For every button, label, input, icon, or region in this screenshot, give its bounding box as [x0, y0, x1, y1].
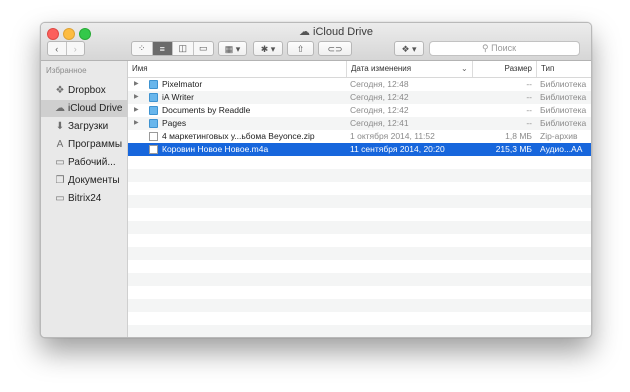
folder-icon	[149, 93, 158, 102]
folder-icon	[149, 80, 158, 89]
folder-icon	[149, 119, 158, 128]
tag-icon: ⊂⊃	[327, 44, 343, 54]
window-title: ☁ iCloud Drive	[299, 26, 373, 38]
view-mode-segment: ⁘ ≡ ◫ ▭	[131, 41, 214, 56]
sidebar-item-documents[interactable]: ❐ Документы	[41, 172, 127, 189]
grid-arrange-icon: ▦ ▾	[224, 44, 241, 54]
file-row[interactable]: ▶ iA Writer Сегодня, 12:42 -- Библиотека	[128, 91, 591, 104]
column-date-modified[interactable]: Дата изменения ⌄	[346, 61, 472, 77]
titlebar: ☁ iCloud Drive ‹ › ⁘ ≡ ◫ ▭ ▦ ▾ ✱ ▾ ⇧ ⊂⊃ ❖…	[41, 23, 591, 61]
chevron-left-icon[interactable]: ‹	[48, 42, 67, 55]
chevron-right-icon[interactable]: ›	[67, 42, 85, 55]
desktop-icon: ▭	[55, 157, 65, 168]
gear-icon: ✱ ▾	[260, 44, 276, 54]
tag-button[interactable]: ⊂⊃	[318, 41, 352, 56]
empty-row	[128, 156, 591, 169]
disclosure-triangle-icon[interactable]: ▶	[134, 104, 139, 117]
file-list: Имя Дата изменения ⌄ Размер Тип ▶ Pixelma…	[128, 61, 591, 337]
back-forward-buttons: ‹ ›	[47, 41, 85, 56]
zoom-window-button[interactable]	[79, 28, 91, 40]
empty-row	[128, 299, 591, 312]
cloud-icon: ☁	[299, 26, 311, 38]
disclosure-triangle-icon[interactable]: ▶	[134, 78, 139, 91]
empty-row	[128, 195, 591, 208]
empty-row	[128, 325, 591, 337]
sidebar: Избранное ❖ Dropbox ☁ iCloud Drive ⬇ Загруз…	[41, 61, 128, 337]
file-row[interactable]: 4 маркетинговых у...ьбома Beyonce.zip 1 …	[128, 130, 591, 143]
sidebar-item-bitrix24[interactable]: ▭ Bitrix24	[41, 190, 127, 207]
finder-window: ☁ iCloud Drive ‹ › ⁘ ≡ ◫ ▭ ▦ ▾ ✱ ▾ ⇧ ⊂⊃ ❖…	[40, 22, 592, 338]
share-button[interactable]: ⇧	[287, 41, 314, 56]
share-icon: ⇧	[296, 44, 305, 54]
sort-chevron-icon: ⌄	[461, 64, 468, 73]
sidebar-item-icloud-drive[interactable]: ☁ iCloud Drive	[41, 100, 127, 117]
disclosure-triangle-icon[interactable]: ▶	[134, 117, 139, 130]
sidebar-item-dropbox[interactable]: ❖ Dropbox	[41, 82, 127, 99]
empty-row	[128, 208, 591, 221]
file-row-selected[interactable]: Коровин Новое Новое.m4a 11 сентября 2014…	[128, 143, 591, 156]
empty-row	[128, 182, 591, 195]
folder-icon: ▭	[55, 193, 65, 204]
audio-file-icon	[149, 145, 158, 154]
file-row[interactable]: ▶ Pages Сегодня, 12:41 -- Библиотека	[128, 117, 591, 130]
empty-row	[128, 221, 591, 234]
column-header: Имя Дата изменения ⌄ Размер Тип	[128, 61, 591, 78]
column-name[interactable]: Имя	[128, 61, 346, 77]
search-field[interactable]: ⚲ Поиск	[429, 41, 580, 56]
sidebar-heading: Избранное	[46, 66, 87, 75]
arrange-button[interactable]: ▦ ▾	[218, 41, 247, 56]
empty-row	[128, 247, 591, 260]
zip-file-icon	[149, 132, 158, 141]
folder-icon	[149, 106, 158, 115]
empty-row	[128, 286, 591, 299]
empty-row	[128, 260, 591, 273]
dropbox-icon: ❖ ▾	[401, 44, 417, 54]
cover-flow-view-icon[interactable]: ▭	[194, 42, 214, 55]
list-view-icon[interactable]: ≡	[152, 42, 173, 55]
minimize-window-button[interactable]	[63, 28, 75, 40]
empty-row	[128, 273, 591, 286]
action-button[interactable]: ✱ ▾	[253, 41, 283, 56]
sidebar-item-applications[interactable]: A Программы	[41, 136, 127, 153]
empty-row	[128, 312, 591, 325]
column-view-icon[interactable]: ◫	[173, 42, 194, 55]
dropbox-icon: ❖	[55, 85, 65, 96]
file-row[interactable]: ▶ Pixelmator Сегодня, 12:48 -- Библиотек…	[128, 78, 591, 91]
documents-icon: ❐	[55, 175, 65, 186]
file-row[interactable]: ▶ Documents by Readdle Сегодня, 12:42 --…	[128, 104, 591, 117]
search-icon: ⚲	[482, 43, 489, 53]
dropbox-toolbar-button[interactable]: ❖ ▾	[394, 41, 424, 56]
download-icon: ⬇	[55, 121, 65, 132]
empty-row	[128, 234, 591, 247]
cloud-icon: ☁	[55, 103, 65, 114]
disclosure-triangle-icon[interactable]: ▶	[134, 91, 139, 104]
sidebar-item-desktop[interactable]: ▭ Рабочий...	[41, 154, 127, 171]
applications-icon: A	[56, 139, 64, 150]
empty-row	[128, 169, 591, 182]
icon-view-icon[interactable]: ⁘	[132, 42, 153, 55]
sidebar-item-downloads[interactable]: ⬇ Загрузки	[41, 118, 127, 135]
column-size[interactable]: Размер	[472, 61, 536, 77]
column-kind[interactable]: Тип	[536, 61, 591, 77]
close-window-button[interactable]	[47, 28, 59, 40]
